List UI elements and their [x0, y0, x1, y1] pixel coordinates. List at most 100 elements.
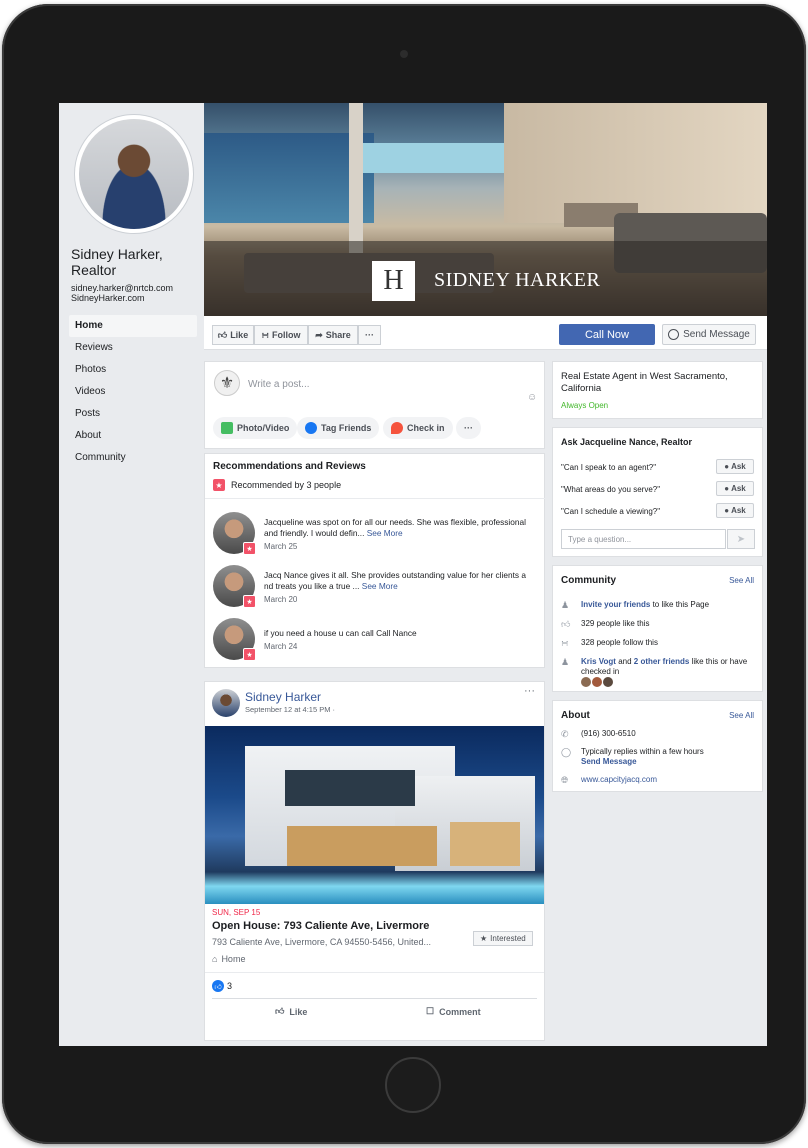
friend-avatar[interactable] [603, 677, 613, 687]
emoji-icon[interactable]: ☺ [527, 392, 537, 403]
nav-item-home[interactable]: Home [69, 315, 197, 337]
profile-website: SidneyHarker.com [71, 293, 145, 303]
cover-pool [354, 143, 514, 173]
reaction-count[interactable]: 👍︎ 3 [212, 980, 232, 992]
divider [205, 972, 544, 973]
about-send-message-link[interactable]: Send Message [581, 757, 637, 766]
ask-button[interactable]: ● Ask [716, 481, 754, 496]
phone-icon: ✆ [561, 729, 569, 739]
post-author[interactable]: Sidney Harker [245, 690, 321, 704]
friends-row: ♟ Kris Vogt and 2 other friends like this… [561, 657, 757, 687]
more-actions-button[interactable]: ··· [358, 325, 381, 345]
tag-friends-icon [305, 422, 317, 434]
write-post-input[interactable]: Write a post... [248, 379, 310, 390]
window-image [450, 822, 520, 866]
recommend-badge-icon: ★ [213, 479, 225, 491]
photo-video-button[interactable]: Photo/Video [213, 417, 298, 439]
home-button[interactable] [385, 1057, 441, 1113]
post-timestamp[interactable]: September 12 at 4:15 PM · [245, 705, 335, 714]
friend-link[interactable]: Kris Vogt [581, 657, 616, 666]
nav-item-posts[interactable]: Posts [69, 403, 197, 425]
see-more-link[interactable]: See More [367, 528, 403, 538]
call-now-button[interactable]: Call Now [559, 324, 655, 345]
page-name[interactable]: Sidney Harker, Realtor [71, 246, 199, 278]
post-like-label: Like [289, 1006, 308, 1017]
ask-label: Ask [731, 484, 746, 493]
composer-more-button[interactable]: ··· [456, 417, 481, 439]
rss-icon: ∺ [561, 638, 569, 648]
window-image [285, 770, 415, 806]
invite-friends-icon: ♟ [561, 600, 570, 610]
post-like-button[interactable]: 👍︎ Like [275, 1006, 307, 1017]
review-date[interactable]: March 20 [264, 595, 297, 604]
nav-item-photos[interactable]: Photos [69, 359, 197, 381]
review-date[interactable]: March 25 [264, 542, 297, 551]
website-link[interactable]: www.capcityjacq.com [581, 775, 657, 785]
messenger-icon: ◯ [561, 747, 572, 757]
question-input[interactable]: Type a question... [561, 529, 726, 549]
tag-friends-button[interactable]: Tag Friends [297, 417, 380, 439]
comment-icon: ☐ [426, 1006, 435, 1016]
likes-count: 3 [227, 981, 233, 991]
follows-row: ∺ 328 people follow this [561, 638, 757, 648]
share-button[interactable]: ➦ Share [308, 325, 358, 345]
about-card: About See All ✆ (916) 300-6510 ◯ Typically… [552, 700, 763, 792]
website-row: 🌐︎ www.capcityjacq.com [561, 775, 757, 785]
star-icon: ★ [480, 934, 488, 943]
ask-button[interactable]: ● Ask [716, 503, 754, 518]
invite-friends-link[interactable]: Invite your friends [581, 600, 650, 609]
friend-avatar[interactable] [592, 677, 602, 687]
messenger-icon: ● [724, 506, 730, 515]
other-friends-link[interactable]: 2 other friends [634, 657, 690, 666]
event-address: 793 Caliente Ave, Livermore, CA 94550-54… [212, 937, 431, 947]
facebook-page-screen: Sidney Harker, Realtor sidney.harker@nrt… [59, 103, 767, 1046]
profile-picture[interactable] [75, 115, 193, 233]
nav-item-reviews[interactable]: Reviews [69, 337, 197, 359]
see-more-link[interactable]: See More [362, 581, 398, 591]
nav-item-videos[interactable]: Videos [69, 381, 197, 403]
about-see-all-link[interactable]: See All [729, 711, 754, 720]
community-see-all-link[interactable]: See All [729, 576, 754, 585]
community-title[interactable]: Community [561, 575, 616, 586]
ask-button[interactable]: ● Ask [716, 459, 754, 474]
post-comment-button[interactable]: ☐ Comment [426, 1006, 481, 1017]
event-category: ⌂ Home [212, 954, 245, 964]
thumbs-up-outline-icon: 👍︎ [275, 1006, 285, 1016]
reply-time: Typically replies within a few hours [581, 747, 704, 756]
review-text: Jacq Nance gives it all. She provides ou… [264, 570, 534, 592]
check-in-button[interactable]: Check in [383, 417, 453, 439]
send-arrow-icon[interactable]: ➤ [727, 529, 755, 549]
home-icon: ⌂ [212, 954, 218, 964]
event-image[interactable] [205, 726, 544, 904]
recommendations-card: Recommendations and Reviews ★ Recommended… [204, 453, 546, 668]
event-title[interactable]: Open House: 793 Caliente Ave, Livermore [212, 920, 429, 932]
follow-button[interactable]: ∺ Follow [254, 325, 308, 345]
interested-button[interactable]: ★ Interested [473, 931, 533, 946]
post-comment-label: Comment [439, 1006, 481, 1017]
invite-text: to like this Page [650, 600, 710, 609]
recommendation-count: Recommended by 3 people [231, 480, 342, 490]
left-sidebar: Sidney Harker, Realtor sidney.harker@nrt… [59, 103, 203, 1046]
send-message-button[interactable]: Send Message [662, 324, 756, 345]
page-category[interactable]: Real Estate Agent in West Sacramento, Ca… [561, 371, 756, 395]
like-page-button[interactable]: 👍︎ Like [212, 325, 254, 345]
like-reaction-icon: 👍︎ [212, 980, 224, 992]
likes-row: 👍︎ 329 people like this [561, 619, 757, 629]
nav-item-about[interactable]: About [69, 425, 197, 447]
author-avatar[interactable] [212, 689, 240, 717]
event-date: SUN, SEP 15 [212, 908, 261, 917]
location-pin-icon [391, 422, 403, 434]
about-title[interactable]: About [561, 710, 590, 721]
divider [205, 498, 546, 499]
review-text: Jacqueline was spot on for all our needs… [264, 517, 534, 539]
phone-number[interactable]: (916) 300-6510 [581, 729, 636, 739]
nav-item-community[interactable]: Community [69, 447, 197, 469]
rss-icon: ∺ [261, 329, 270, 340]
page-nav: Home Reviews Photos Videos Posts About C… [69, 315, 197, 469]
event-post: Sidney Harker September 12 at 4:15 PM · … [204, 681, 545, 1041]
friend-avatar[interactable] [581, 677, 591, 687]
recommendations-title[interactable]: Recommendations and Reviews [213, 461, 366, 472]
post-options-button[interactable]: ··· [524, 685, 535, 697]
review-date[interactable]: March 24 [264, 642, 297, 651]
tag-friends-label: Tag Friends [321, 423, 372, 433]
